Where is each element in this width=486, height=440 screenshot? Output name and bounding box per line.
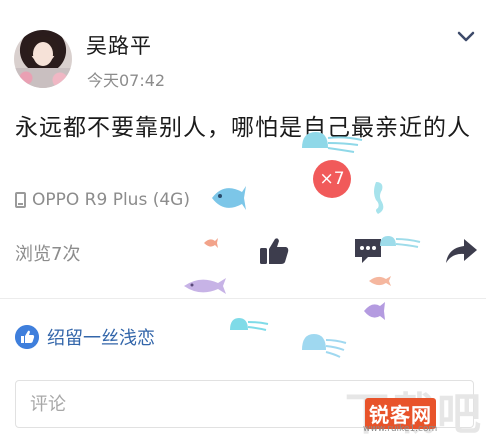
post-text: 永远都不要靠别人，哪怕是自己最亲近的人 bbox=[15, 115, 471, 141]
orange-fish-icon bbox=[369, 276, 391, 286]
violet-fish-icon bbox=[364, 302, 385, 320]
thumbs-up-icon[interactable] bbox=[258, 236, 290, 266]
small-fish-icon bbox=[204, 238, 218, 248]
view-count: 浏览7次 bbox=[15, 244, 81, 265]
liker-name[interactable]: 绍留一丝浅恋 bbox=[47, 324, 155, 350]
watermark: 下载吧 锐客网 www.ruike1.com bbox=[345, 378, 486, 440]
like-count-badge: ×7 bbox=[313, 160, 351, 198]
seahorse-icon bbox=[374, 182, 384, 214]
chevron-down-icon[interactable] bbox=[457, 30, 475, 44]
phone-icon bbox=[15, 192, 26, 208]
avatar[interactable] bbox=[14, 30, 72, 88]
device-info: OPPO R9 Plus (4G) bbox=[15, 190, 190, 210]
author-name[interactable]: 吴路平 bbox=[86, 30, 152, 60]
fish-icon bbox=[212, 186, 246, 210]
likes-row: 绍留一丝浅恋 bbox=[15, 324, 155, 350]
blue-jellyfish-icon bbox=[302, 334, 347, 358]
comment-bubble-icon[interactable] bbox=[352, 236, 384, 266]
divider bbox=[0, 298, 486, 299]
post-time: 今天07:42 bbox=[87, 71, 166, 90]
jellyfish-icon-small bbox=[380, 236, 421, 248]
device-label: OPPO R9 Plus (4G) bbox=[32, 190, 190, 210]
thumbs-up-badge-icon bbox=[15, 325, 39, 349]
watermark-url: www.ruike1.com bbox=[363, 424, 438, 434]
purple-fish-icon bbox=[184, 278, 226, 294]
share-arrow-icon[interactable] bbox=[444, 236, 478, 266]
cyan-jellyfish-icon bbox=[230, 318, 269, 331]
